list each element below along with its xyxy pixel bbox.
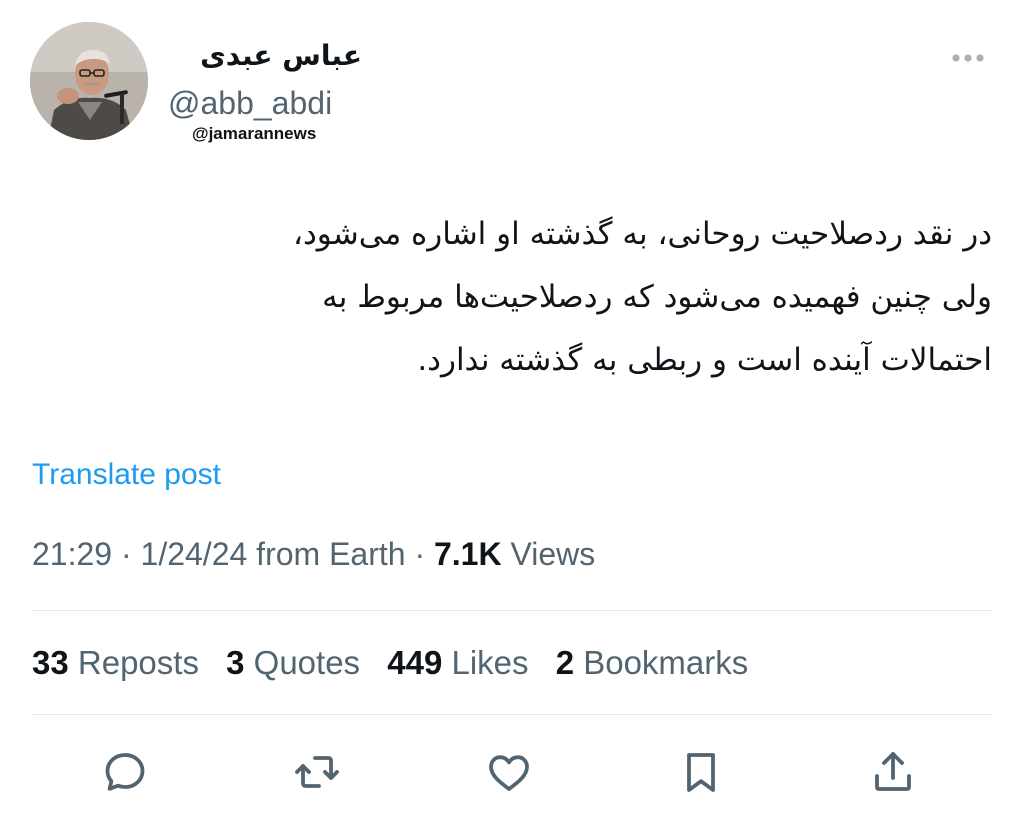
post-source: from Earth xyxy=(256,536,406,572)
divider xyxy=(32,714,992,715)
tweet-text-line: احتمالات آینده است و ربطی به گذشته ندارد… xyxy=(417,342,992,378)
divider xyxy=(32,610,992,611)
reposts-count: 33 xyxy=(32,644,69,681)
reply-button[interactable] xyxy=(98,745,152,799)
like-icon xyxy=(489,755,529,791)
translate-post-link[interactable]: Translate post xyxy=(32,456,221,494)
author-handle[interactable]: @abb_abdi xyxy=(168,84,332,122)
likes-count: 449 xyxy=(387,644,443,681)
tweet-metadata: 21:29 · 1/24/24 from Earth · 7.1K Views xyxy=(32,534,595,574)
like-button[interactable] xyxy=(482,745,536,799)
views-label[interactable]: Views xyxy=(510,536,595,572)
bookmark-button[interactable] xyxy=(674,745,728,799)
tweet-text: در نقد ردصلاحیت روحانی، به گذشته او اشار… xyxy=(40,203,992,392)
quotes-stat[interactable]: 3 Quotes xyxy=(226,644,360,681)
tweet-card: عباس عبدی @abb_abdi @jamarannews در نقد … xyxy=(0,0,1024,826)
more-options-button[interactable] xyxy=(944,40,992,76)
likes-stat[interactable]: 449 Likes xyxy=(387,644,528,681)
bookmark-icon xyxy=(687,753,715,792)
tweet-text-line: در نقد ردصلاحیت روحانی، به گذشته او اشار… xyxy=(292,216,992,252)
quotes-label: Quotes xyxy=(253,644,361,681)
views-count[interactable]: 7.1K xyxy=(434,536,502,572)
reposts-stat[interactable]: 33 Reposts xyxy=(32,644,199,681)
separator-dot: · xyxy=(120,536,141,572)
more-dots-icon xyxy=(952,54,984,62)
tweet-text-line: ولی چنین فهمیده می‌شود که ردصلاحیت‌ها مر… xyxy=(322,279,992,315)
post-date[interactable]: 1/24/24 xyxy=(141,536,248,572)
repost-button[interactable] xyxy=(290,745,344,799)
engagement-stats: 33 Reposts 3 Quotes 449 Likes 2 Bookmark… xyxy=(32,642,766,684)
share-icon xyxy=(875,752,911,791)
source-watermark: @jamarannews xyxy=(192,124,317,143)
bookmarks-count: 2 xyxy=(555,644,575,681)
avatar[interactable] xyxy=(30,22,148,140)
share-button[interactable] xyxy=(866,745,920,799)
avatar-photo xyxy=(30,22,148,140)
author-display-name[interactable]: عباس عبدی xyxy=(168,36,362,76)
repost-icon xyxy=(295,756,339,788)
reposts-label: Reposts xyxy=(77,644,199,681)
post-time[interactable]: 21:29 xyxy=(32,536,112,572)
bookmarks-label: Bookmarks xyxy=(583,644,749,681)
separator-dot: · xyxy=(414,536,434,572)
reply-icon xyxy=(105,753,145,791)
bookmarks-stat[interactable]: 2 Bookmarks xyxy=(556,644,749,681)
quotes-count: 3 xyxy=(226,644,245,681)
likes-label: Likes xyxy=(451,644,529,681)
